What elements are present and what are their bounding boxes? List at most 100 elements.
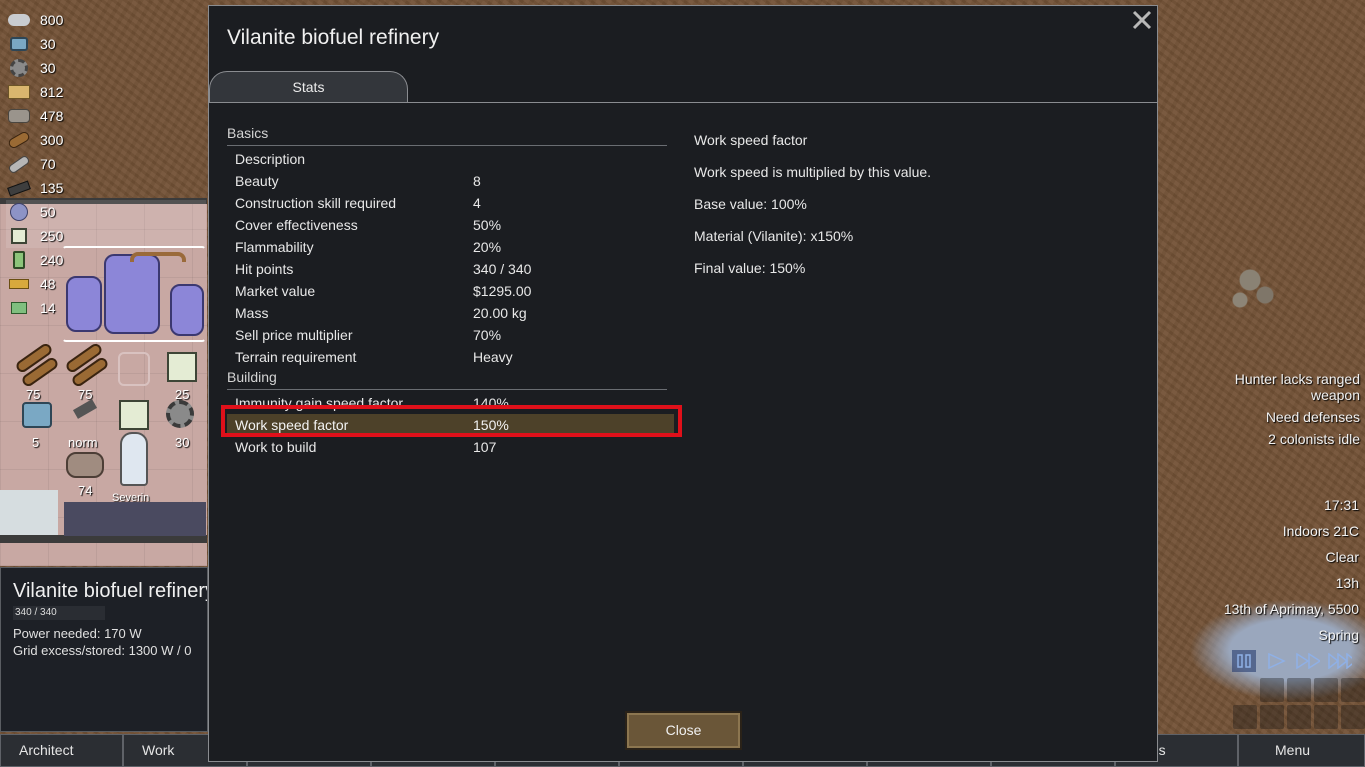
stat-row[interactable]: Terrain requirement Heavy: [227, 346, 667, 368]
explanation-base-value: Base value: 100%: [694, 196, 807, 212]
stat-label: Work speed factor: [235, 417, 349, 433]
resource-count: 70: [40, 156, 56, 172]
close-button[interactable]: Close: [625, 711, 742, 750]
category-header: Building: [227, 368, 667, 390]
info-card-dialog: Vilanite biofuel refinery Stats Basics D…: [208, 5, 1158, 762]
stat-row[interactable]: Beauty 8: [227, 170, 667, 192]
ultra-speed-icon: [1328, 653, 1352, 669]
stat-row[interactable]: Flammability 20%: [227, 236, 667, 258]
resource-row[interactable]: 70: [6, 152, 206, 176]
stat-row[interactable]: Work to build 107: [227, 436, 667, 458]
stat-row[interactable]: Sell price multiplier 70%: [227, 324, 667, 346]
stat-value: 20%: [473, 239, 502, 255]
hour: 13h: [1335, 575, 1359, 591]
resource-row[interactable]: 250: [6, 224, 206, 248]
stat-value: 20.00 kg: [473, 305, 527, 321]
stat-row[interactable]: Hit points 340 / 340: [227, 258, 667, 280]
tab-menu[interactable]: Menu: [1238, 734, 1365, 767]
resource-count: 30: [40, 60, 56, 76]
plasteel-icon: [6, 178, 32, 198]
biofuel-refinery-building[interactable]: [62, 246, 206, 342]
workbench[interactable]: [64, 502, 206, 536]
stat-value: 140%: [473, 395, 509, 411]
stat-row[interactable]: Description: [227, 148, 667, 170]
stat-label: Beauty: [235, 173, 279, 189]
alert-item[interactable]: Hunter lacks ranged weapon: [1210, 371, 1360, 403]
resource-count: 240: [40, 252, 64, 268]
zone-visibility-toggle-icon[interactable]: [1233, 705, 1257, 729]
component-icon[interactable]: [166, 400, 194, 428]
wall: [0, 535, 207, 543]
stat-row[interactable]: Market value $1295.00: [227, 280, 667, 302]
stat-row[interactable]: Construction skill required 4: [227, 192, 667, 214]
stat-row[interactable]: Cover effectiveness 50%: [227, 214, 667, 236]
cloth-stack[interactable]: [167, 352, 197, 382]
pause-icon: [1237, 654, 1251, 668]
resource-count: 800: [40, 12, 64, 28]
auto-rebuild-toggle-icon[interactable]: [1287, 678, 1311, 702]
cloth-cube-icon: [6, 226, 32, 246]
component-icon: [6, 58, 32, 78]
colonist-pawn[interactable]: [120, 432, 148, 486]
medicine-icon[interactable]: [22, 402, 52, 428]
stat-label: Terrain requirement: [235, 349, 357, 365]
stat-value: 107: [473, 439, 497, 455]
stat-value: 70%: [473, 327, 502, 343]
expanding-icons-toggle-icon[interactable]: [1314, 705, 1338, 729]
resource-count: 300: [40, 132, 64, 148]
stat-label: Mass: [235, 305, 269, 321]
play-icon: [1268, 653, 1286, 669]
play-button[interactable]: [1264, 650, 1288, 672]
close-icon[interactable]: [1130, 8, 1154, 32]
stat-value: 8: [473, 173, 481, 189]
resource-row[interactable]: 30: [6, 32, 206, 56]
tab-architect[interactable]: Architect: [0, 734, 123, 767]
resource-row[interactable]: 135: [6, 176, 206, 200]
research-bench[interactable]: [0, 490, 58, 535]
stat-row[interactable]: Mass 20.00 kg: [227, 302, 667, 324]
alert-item[interactable]: 2 colonists idle: [1210, 431, 1360, 447]
explanation-title: Work speed factor: [694, 132, 808, 148]
blueprint-outline[interactable]: [118, 352, 150, 386]
resource-row[interactable]: 50: [6, 200, 206, 224]
grid-status: Grid excess/stored: 1300 W / 0: [13, 643, 192, 658]
explanation-final-value: Final value: 150%: [694, 260, 806, 276]
home-toggle-icon[interactable]: [1341, 678, 1365, 702]
resource-row[interactable]: 478: [6, 104, 206, 128]
tab-stats[interactable]: Stats: [209, 71, 408, 103]
fast-forward-button[interactable]: [1296, 650, 1320, 672]
stat-label: Construction skill required: [235, 195, 397, 211]
stat-value: $1295.00: [473, 283, 532, 299]
ore-chunk[interactable]: [66, 452, 104, 478]
resource-row[interactable]: 300: [6, 128, 206, 152]
hit-points-bar: 340 / 340: [13, 606, 105, 620]
fast-forward-icon: [1296, 653, 1320, 669]
resource-row[interactable]: 30: [6, 56, 206, 80]
steel-icon: [6, 154, 32, 174]
speed-controls: [1232, 648, 1362, 674]
stat-row[interactable]: Immunity gain speed factor 140%: [227, 392, 667, 414]
resource-row[interactable]: 800: [6, 8, 206, 32]
world-settings-toggle-icon[interactable]: [1341, 705, 1365, 729]
resource-row[interactable]: 812: [6, 80, 206, 104]
alert-item[interactable]: Need defenses: [1210, 409, 1360, 425]
explanation-description: Work speed is multiplied by this value.: [694, 164, 932, 180]
beauty-toggle-icon[interactable]: [1260, 705, 1284, 729]
stat-label: Cover effectiveness: [235, 217, 358, 233]
roof-toggle-icon[interactable]: [1287, 705, 1311, 729]
gold-icon: [6, 274, 32, 294]
cloth-stack[interactable]: [119, 400, 149, 430]
learning-helper-toggle-icon[interactable]: [1260, 678, 1284, 702]
ultra-speed-button[interactable]: [1328, 650, 1352, 672]
pause-button[interactable]: [1232, 650, 1256, 672]
stat-label: Description: [235, 151, 306, 167]
resource-count: 478: [40, 108, 64, 124]
stat-label: Market value: [235, 283, 316, 299]
resource-count: 14: [40, 300, 56, 316]
date: 13th of Aprimay, 5500: [1223, 601, 1359, 617]
stat-label: Work to build: [235, 439, 317, 455]
stat-row-selected[interactable]: Work speed factor 150%: [227, 414, 674, 436]
power-needed: Power needed: 170 W: [13, 626, 142, 641]
auto-home-area-toggle-icon[interactable]: [1314, 678, 1338, 702]
stack-count: 74: [78, 483, 93, 498]
